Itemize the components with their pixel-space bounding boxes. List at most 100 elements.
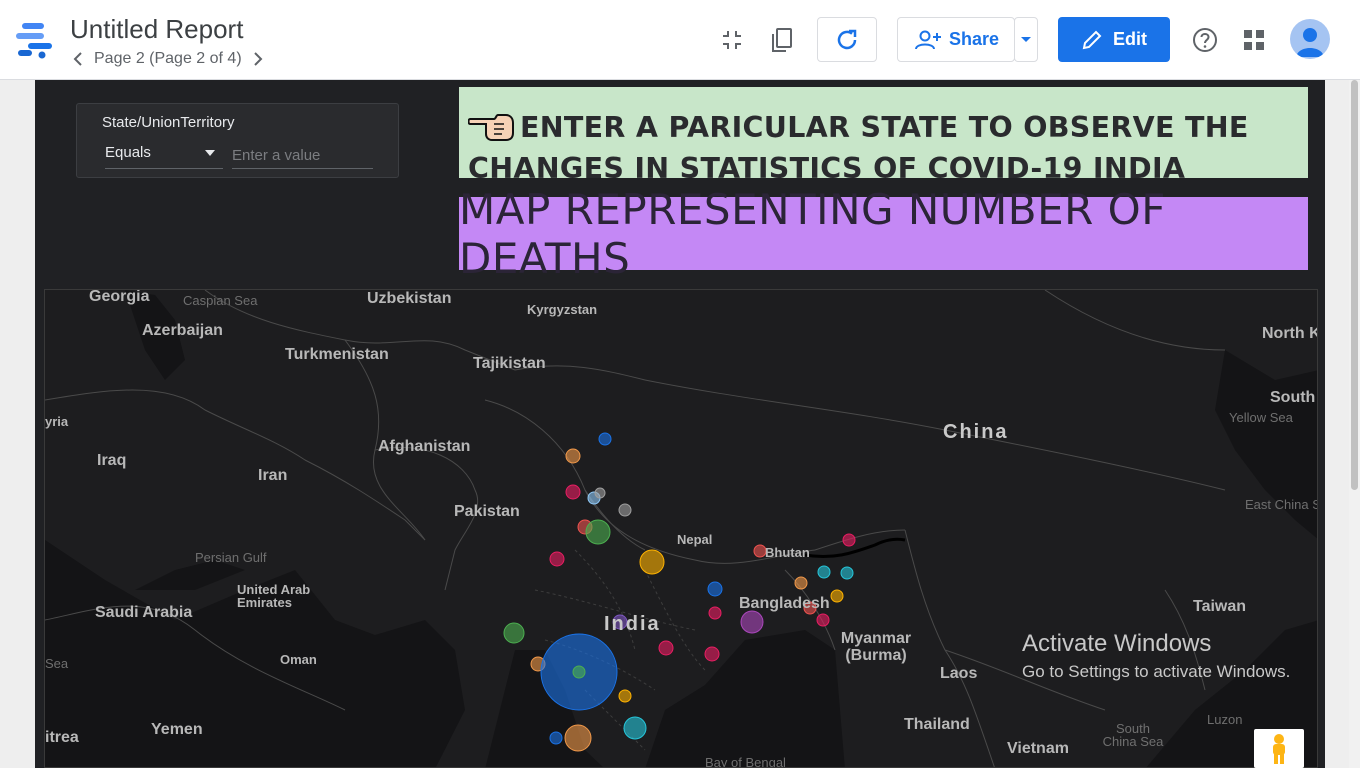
user-avatar[interactable] — [1290, 19, 1330, 59]
apps-grid-icon[interactable] — [1236, 22, 1272, 58]
map-label-caspian-sea: Caspian Sea — [183, 293, 258, 308]
death-bubble-marker[interactable] — [658, 640, 674, 656]
pegman-icon — [1273, 733, 1285, 764]
death-bubble-marker[interactable] — [594, 487, 606, 499]
share-label: Share — [948, 29, 1000, 49]
map-label-taiwan: Taiwan — [1193, 598, 1247, 615]
copy-icon[interactable] — [764, 22, 800, 58]
map-label-laos: Laos — [940, 665, 978, 682]
death-bubble-marker[interactable] — [585, 519, 611, 545]
death-bubble-marker[interactable] — [840, 566, 854, 580]
map-label-east-china-sea: East China S — [1245, 497, 1318, 512]
map-title: MAP REPRESENTING NUMBER OF DEATHS — [459, 184, 1166, 283]
pencil-icon — [1082, 30, 1102, 49]
death-bubble-marker[interactable] — [817, 565, 831, 579]
map-label-china: China — [943, 421, 1009, 443]
instruction-banner: ENTER A PARICULAR STATE TO OBSERVE THE C… — [459, 87, 1308, 178]
death-bubble-marker[interactable] — [503, 622, 525, 644]
map-label-bhutan: Bhutan — [765, 545, 810, 560]
edit-button[interactable]: Edit — [1058, 17, 1170, 62]
death-bubble-marker[interactable] — [816, 613, 830, 627]
top-bar: Untitled Report Page 2 (Page 2 of 4) Sha… — [0, 0, 1360, 80]
map-label-syria: yria — [45, 414, 69, 429]
death-bubble-marker[interactable] — [623, 716, 647, 740]
refresh-icon — [837, 29, 857, 49]
map-label-saudi-arabia: Saudi Arabia — [95, 604, 193, 621]
map-label-sea: Sea — [45, 656, 69, 671]
map-label-pakistan: Pakistan — [454, 503, 520, 520]
data-studio-logo-icon[interactable] — [16, 20, 56, 60]
share-dropdown-button[interactable] — [1014, 17, 1038, 62]
filter-operator-value: Equals — [105, 144, 151, 161]
vertical-scrollbar[interactable] — [1349, 80, 1360, 768]
map-label-georgia: Georgia — [89, 289, 150, 305]
map-label-south: South — [1270, 389, 1316, 406]
activate-windows-watermark: Activate Windows Go to Settings to activ… — [1022, 630, 1290, 682]
map-label-uae: United Arab Emirates — [237, 582, 311, 610]
map-label-kyrgyzstan: Kyrgyzstan — [527, 302, 598, 317]
refresh-button[interactable] — [817, 17, 877, 62]
map-label-bangladesh: Bangladesh — [739, 595, 830, 612]
map-label-vietnam: Vietnam — [1007, 740, 1069, 757]
map-label-luzon: Luzon — [1207, 712, 1243, 727]
state-filter-control: State/UnionTerritory Equals — [76, 103, 399, 178]
death-bubble-marker[interactable] — [842, 533, 856, 547]
previous-page-icon[interactable] — [70, 50, 86, 68]
user-avatar-icon — [1296, 28, 1324, 57]
death-bubble-marker[interactable] — [618, 503, 632, 517]
map-label-afghanistan: Afghanistan — [378, 438, 471, 455]
next-page-icon[interactable] — [250, 50, 266, 68]
filter-value-input[interactable] — [232, 142, 373, 169]
death-bubble-marker[interactable] — [572, 665, 586, 679]
map-label-thailand: Thailand — [904, 716, 970, 733]
death-bubble-marker[interactable] — [708, 606, 722, 620]
death-bubble-marker[interactable] — [598, 432, 612, 446]
death-bubble-marker[interactable] — [565, 448, 581, 464]
death-bubble-marker[interactable] — [740, 610, 764, 634]
map-label-tajikistan: Tajikistan — [473, 355, 546, 372]
report-title[interactable]: Untitled Report — [70, 14, 243, 45]
map-label-myanmar: Myanmar (Burma) — [840, 630, 912, 664]
death-bubble-marker[interactable] — [707, 581, 723, 597]
map-label-iraq: Iraq — [97, 452, 127, 469]
map-base-svg — [45, 290, 1317, 767]
scrollbar-thumb[interactable] — [1351, 80, 1358, 490]
map-label-uzbekistan: Uzbekistan — [367, 290, 452, 307]
instruction-text: ENTER A PARICULAR STATE TO OBSERVE THE C… — [467, 107, 1308, 178]
caret-down-icon — [1021, 36, 1031, 42]
street-view-pegman[interactable] — [1254, 729, 1304, 768]
watermark-title: Activate Windows — [1022, 630, 1212, 657]
death-bubble-marker[interactable] — [549, 731, 563, 745]
map-label-south-china-sea: South China Sea — [1102, 721, 1164, 749]
pointing-hand-icon — [467, 109, 516, 143]
page-navigator: Page 2 (Page 2 of 4) — [70, 50, 266, 68]
map-label-yemen: Yemen — [151, 721, 203, 738]
map-label-oman: Oman — [280, 652, 317, 667]
death-bubble-marker[interactable] — [549, 551, 565, 567]
share-button[interactable]: Share — [897, 17, 1015, 62]
map-label-azerbaijan: Azerbaijan — [142, 322, 223, 339]
map-label-nepal: Nepal — [677, 532, 713, 547]
death-bubble-marker[interactable] — [830, 589, 844, 603]
exit-fullscreen-icon[interactable] — [714, 22, 750, 58]
map-label-eritrea: itrea — [45, 729, 79, 746]
death-bubble-marker[interactable] — [704, 646, 720, 662]
add-person-icon — [914, 30, 941, 49]
map-label-india: India — [604, 613, 661, 635]
map-label-north-korea: North K — [1262, 325, 1318, 342]
help-icon[interactable] — [1187, 22, 1223, 58]
death-bubble-marker[interactable] — [618, 689, 632, 703]
deaths-bubble-map[interactable]: Georgia Caspian Sea Uzbekistan Kyrgyzsta… — [44, 289, 1318, 768]
page-indicator[interactable]: Page 2 (Page 2 of 4) — [94, 50, 242, 68]
death-bubble-marker[interactable] — [565, 484, 581, 500]
map-title-banner: MAP REPRESENTING NUMBER OF DEATHS — [459, 185, 1308, 283]
death-bubble-marker[interactable] — [794, 576, 808, 590]
death-bubble-marker[interactable] — [564, 724, 592, 752]
death-bubble-marker[interactable] — [639, 549, 665, 575]
instruction-label: ENTER A PARICULAR STATE TO OBSERVE THE C… — [468, 111, 1249, 178]
caret-down-icon — [205, 150, 215, 156]
map-label-turkmenistan: Turkmenistan — [285, 346, 389, 363]
map-label-bay-of-bengal: Bay of Bengal — [705, 755, 786, 768]
filter-label: State/UnionTerritory — [102, 114, 235, 131]
filter-operator-select[interactable]: Equals — [105, 142, 223, 169]
